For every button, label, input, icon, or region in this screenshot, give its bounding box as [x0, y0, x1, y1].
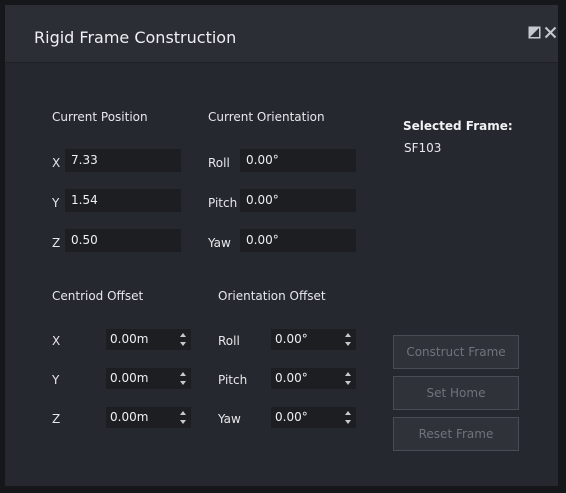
close-icon[interactable]	[544, 26, 557, 39]
centroid-z-value: 0.00m	[110, 410, 149, 424]
offset-yaw-spinbox[interactable]: 0.00°	[271, 407, 356, 428]
selected-frame-label: Selected Frame:	[403, 119, 513, 133]
centroid-y-spinbox[interactable]: 0.00m	[106, 368, 191, 389]
current-orientation-heading: Current Orientation	[208, 110, 325, 124]
centroid-x-value: 0.00m	[110, 332, 149, 346]
position-z-label: Z	[52, 236, 61, 250]
orientation-roll-label: Roll	[208, 156, 230, 170]
rigid-frame-dialog: Rigid Frame Construction Current Positio…	[5, 5, 558, 486]
dialog-title: Rigid Frame Construction	[34, 28, 237, 47]
offset-roll-value: 0.00°	[275, 332, 308, 346]
title-bar[interactable]: Rigid Frame Construction	[5, 5, 558, 63]
orientation-roll-field: 0.00°	[240, 149, 356, 172]
spin-arrows-icon[interactable]	[179, 410, 187, 425]
offset-pitch-value: 0.00°	[275, 371, 308, 385]
centroid-y-value: 0.00m	[110, 371, 149, 385]
offset-pitch-spinbox[interactable]: 0.00°	[271, 368, 356, 389]
spin-arrows-icon[interactable]	[344, 410, 352, 425]
spin-arrows-icon[interactable]	[344, 371, 352, 386]
centroid-y-label: Y	[52, 373, 60, 387]
centroid-offset-heading: Centriod Offset	[52, 289, 144, 303]
position-y-field: 1.54	[65, 189, 181, 212]
centroid-z-spinbox[interactable]: 0.00m	[106, 407, 191, 428]
spin-arrows-icon[interactable]	[179, 332, 187, 347]
offset-roll-label: Roll	[218, 334, 240, 348]
offset-pitch-label: Pitch	[218, 373, 248, 387]
offset-yaw-label: Yaw	[218, 412, 241, 426]
orientation-yaw-label: Yaw	[208, 236, 231, 250]
centroid-x-label: X	[52, 334, 61, 348]
spin-arrows-icon[interactable]	[179, 371, 187, 386]
position-x-field: 7.33	[65, 149, 181, 172]
restore-icon[interactable]	[528, 26, 541, 39]
spin-arrows-icon[interactable]	[344, 332, 352, 347]
position-y-label: Y	[52, 196, 60, 210]
centroid-x-spinbox[interactable]: 0.00m	[106, 329, 191, 350]
construct-frame-button[interactable]: Construct Frame	[393, 335, 519, 369]
position-x-label: X	[52, 156, 61, 170]
centroid-z-label: Z	[52, 412, 61, 426]
dialog-body: Current Position X 7.33 Y 1.54 Z 0.50 Cu…	[5, 63, 558, 486]
current-position-heading: Current Position	[52, 110, 148, 124]
set-home-button[interactable]: Set Home	[393, 376, 519, 410]
orientation-offset-heading: Orientation Offset	[218, 289, 326, 303]
reset-frame-button[interactable]: Reset Frame	[393, 417, 519, 451]
offset-roll-spinbox[interactable]: 0.00°	[271, 329, 356, 350]
orientation-yaw-field: 0.00°	[240, 229, 356, 252]
selected-frame-value: SF103	[404, 141, 442, 155]
offset-yaw-value: 0.00°	[275, 410, 308, 424]
orientation-pitch-field: 0.00°	[240, 189, 356, 212]
position-z-field: 0.50	[65, 229, 181, 252]
orientation-pitch-label: Pitch	[208, 196, 238, 210]
